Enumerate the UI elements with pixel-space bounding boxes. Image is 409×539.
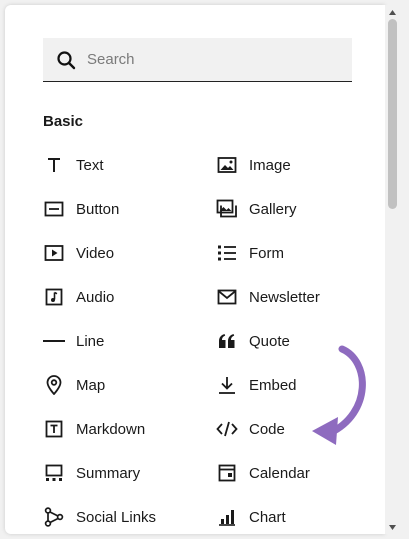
block-label: Embed — [249, 376, 297, 394]
block-item-calendar[interactable]: Calendar — [216, 451, 310, 495]
search-bar[interactable] — [43, 38, 352, 82]
annotation-arrow — [312, 345, 366, 445]
text-icon — [43, 154, 65, 176]
block-item-summary[interactable]: Summary — [43, 451, 140, 495]
block-item-form[interactable]: Form — [216, 231, 284, 275]
block-item-gallery[interactable]: Gallery — [216, 187, 297, 231]
map-pin-icon — [43, 374, 65, 396]
block-item-text[interactable]: Text — [43, 143, 104, 187]
form-icon — [216, 242, 238, 264]
image-icon — [216, 154, 238, 176]
block-item-button[interactable]: Button — [43, 187, 119, 231]
block-item-video[interactable]: Video — [43, 231, 114, 275]
block-label: Social Links — [76, 508, 157, 526]
block-label: Quote — [249, 332, 290, 350]
block-label: Summary — [76, 464, 141, 482]
section-title: Basic — [43, 113, 84, 130]
block-item-embed[interactable]: Embed — [216, 363, 297, 407]
block-item-social-links[interactable]: Social Links — [43, 495, 156, 534]
newsletter-icon — [216, 286, 238, 308]
block-label: Image — [249, 156, 291, 174]
code-icon — [216, 418, 238, 440]
search-input[interactable] — [87, 51, 327, 68]
scrollbar-thumb[interactable] — [388, 19, 397, 209]
block-label: Map — [76, 376, 106, 394]
block-label: Text — [76, 156, 104, 174]
block-item-markdown[interactable]: Markdown — [43, 407, 145, 451]
block-item-audio[interactable]: Audio — [43, 275, 114, 319]
markdown-icon — [43, 418, 65, 440]
block-label: Chart — [249, 508, 286, 526]
search-icon — [57, 50, 76, 69]
block-item-line[interactable]: Line — [43, 319, 104, 363]
block-label: Video — [76, 244, 115, 262]
block-item-code[interactable]: Code — [216, 407, 285, 451]
embed-icon — [216, 374, 238, 396]
block-label: Code — [249, 420, 285, 438]
block-label: Gallery — [249, 200, 297, 218]
line-icon — [43, 330, 65, 352]
social-links-icon — [43, 506, 65, 528]
summary-icon — [43, 462, 65, 484]
block-label: Line — [76, 332, 105, 350]
block-label: Calendar — [249, 464, 310, 482]
block-label: Form — [249, 244, 284, 262]
scrollbar[interactable] — [385, 5, 400, 534]
block-picker-panel: Basic Text Image Button Gallery — [5, 5, 385, 534]
scroll-down-arrow-icon[interactable] — [385, 520, 400, 534]
block-label: Markdown — [76, 420, 146, 438]
block-item-quote[interactable]: Quote — [216, 319, 290, 363]
chart-icon — [216, 506, 238, 528]
button-icon — [43, 198, 65, 220]
block-item-image[interactable]: Image — [216, 143, 291, 187]
block-label: Button — [76, 200, 120, 218]
block-label: Newsletter — [249, 288, 320, 306]
audio-icon — [43, 286, 65, 308]
block-item-chart[interactable]: Chart — [216, 495, 286, 534]
quote-icon — [216, 330, 238, 352]
block-item-map[interactable]: Map — [43, 363, 105, 407]
gallery-icon — [216, 198, 238, 220]
block-item-newsletter[interactable]: Newsletter — [216, 275, 320, 319]
block-label: Audio — [76, 288, 115, 306]
calendar-icon — [216, 462, 238, 484]
video-icon — [43, 242, 65, 264]
scroll-up-arrow-icon[interactable] — [385, 5, 400, 19]
